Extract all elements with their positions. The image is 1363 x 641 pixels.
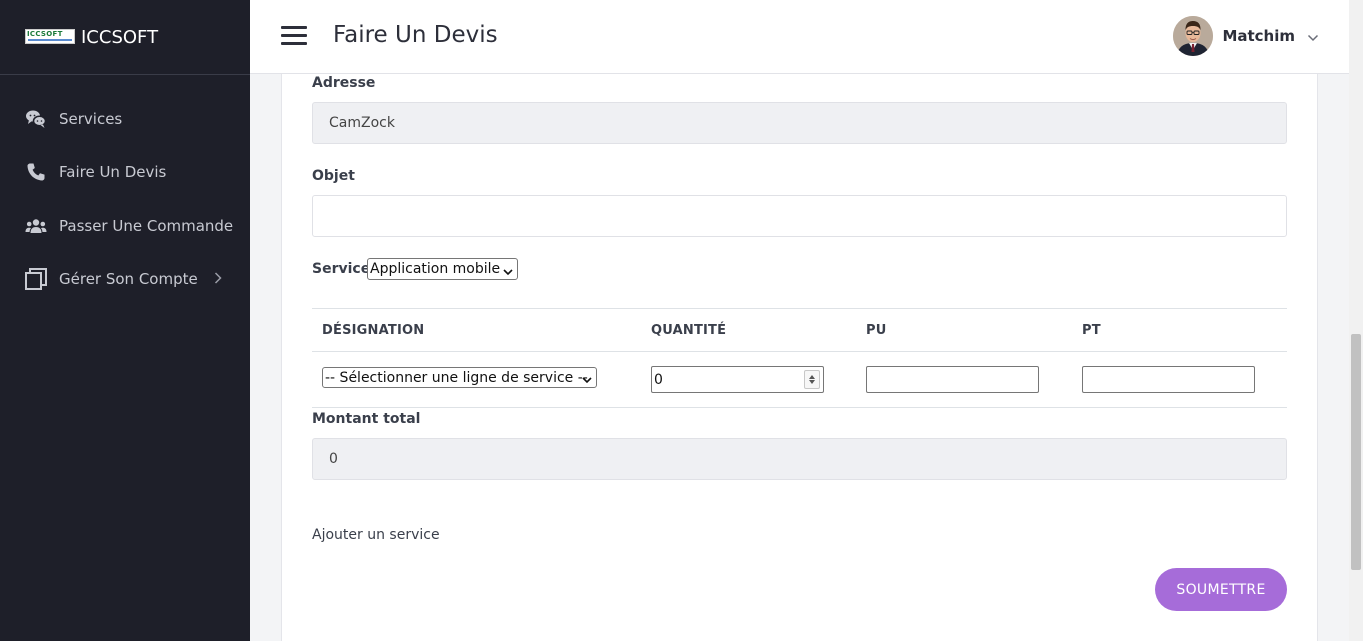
montant-total-label: Montant total	[312, 411, 421, 427]
adresse-field[interactable]: CamZock	[312, 102, 1287, 144]
service-select[interactable]: Application mobile	[367, 258, 518, 280]
column-header-pu: PU	[866, 323, 887, 338]
form-card	[281, 74, 1318, 641]
adresse-value: CamZock	[329, 115, 395, 131]
avatar	[1173, 16, 1214, 56]
page-title: Faire Un Devis	[333, 22, 498, 48]
brand-name: ICCSOFT	[81, 26, 159, 48]
pu-input[interactable]	[866, 366, 1039, 393]
service-line-selected-value: -- Sélectionner une ligne de service --	[325, 369, 588, 386]
service-label: Service	[312, 261, 371, 277]
user-name: Matchim	[1222, 27, 1295, 45]
table-divider	[312, 308, 1287, 309]
sidebar-item-label: Faire Un Devis	[59, 163, 167, 182]
chat-bubbles-icon	[25, 108, 47, 130]
sidebar-item-passer-une-commande[interactable]: Passer Une Commande	[0, 199, 250, 253]
table-divider	[312, 351, 1287, 352]
chevron-down-icon	[1307, 27, 1319, 46]
adresse-label: Adresse	[312, 75, 376, 91]
montant-total-field[interactable]: 0	[312, 438, 1287, 480]
scrollbar-thumb[interactable]	[1351, 334, 1361, 570]
chevron-right-icon	[214, 270, 222, 288]
sidebar-item-label: Gérer Son Compte	[59, 270, 198, 289]
submit-button[interactable]: SOUMETTRE	[1155, 568, 1287, 611]
chevron-down-icon	[503, 264, 513, 280]
pt-input[interactable]	[1082, 366, 1255, 393]
sidebar-item-services[interactable]: Services	[0, 92, 250, 146]
brand[interactable]: ICCSOFT ICCSOFT	[0, 0, 250, 75]
sidebar-item-gerer-son-compte[interactable]: Gérer Son Compte	[0, 253, 250, 307]
sidebar-nav: Services Faire Un Devis Passer Une Comma…	[0, 92, 250, 306]
stepper-arrows-icon[interactable]	[804, 370, 820, 389]
service-line-select[interactable]: -- Sélectionner une ligne de service --	[322, 367, 597, 388]
column-header-quantite: QUANTITÉ	[651, 323, 727, 338]
montant-total-value: 0	[329, 451, 338, 467]
sidebar: ICCSOFT ICCSOFT Services Faire Un Devis …	[0, 0, 250, 641]
objet-field[interactable]	[312, 195, 1287, 237]
sidebar-item-faire-un-devis[interactable]: Faire Un Devis	[0, 146, 250, 200]
quantity-stepper[interactable]: 0	[651, 366, 824, 393]
column-header-pt: PT	[1082, 323, 1101, 338]
service-selected-value: Application mobile	[370, 261, 501, 277]
column-header-designation: DÉSIGNATION	[322, 323, 425, 338]
phone-icon	[25, 161, 47, 183]
chevron-down-icon	[582, 372, 592, 388]
sidebar-item-label: Services	[59, 109, 123, 128]
menu-toggle-icon[interactable]	[281, 26, 307, 46]
copy-icon	[25, 268, 47, 291]
sidebar-item-label: Passer Une Commande	[59, 216, 234, 235]
brand-logo: ICCSOFT	[25, 28, 75, 44]
top-header: Faire Un Devis Matchim	[250, 0, 1349, 74]
add-service-link[interactable]: Ajouter un service	[312, 527, 440, 543]
table-divider	[312, 407, 1287, 408]
page-scrollbar[interactable]	[1349, 0, 1363, 641]
quantity-value: 0	[654, 371, 663, 388]
users-icon	[25, 215, 47, 237]
objet-label: Objet	[312, 168, 355, 184]
user-menu[interactable]: Matchim	[1173, 16, 1319, 56]
